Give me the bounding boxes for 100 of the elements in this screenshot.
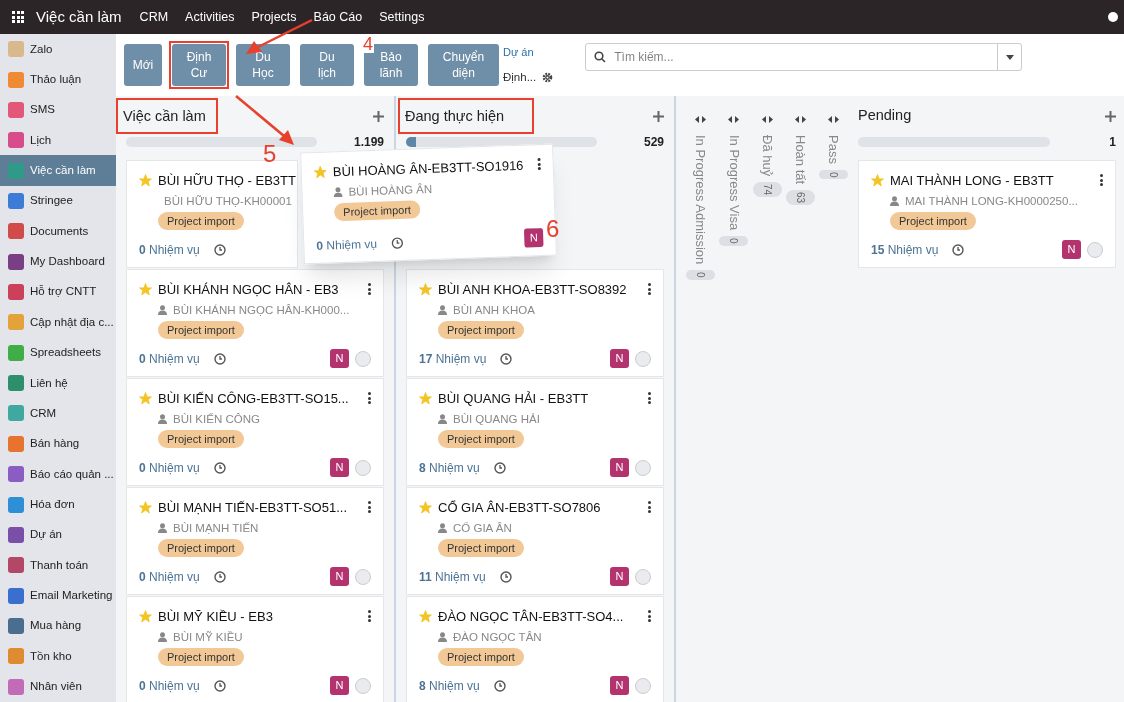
card-title: BÙI KHÁNH NGỌC HÂN - EB3 <box>158 281 339 299</box>
sidebar-item[interactable]: Mua hàng <box>0 610 116 642</box>
search-input[interactable]: Tìm kiếm... <box>614 48 998 66</box>
tag: Project import <box>438 429 524 449</box>
app-title: Việc cần làm <box>36 6 122 27</box>
tag: Project import <box>438 647 524 667</box>
sidebar-item[interactable]: Lịch <box>0 125 116 156</box>
column-title: Pending <box>858 106 912 126</box>
card-title: ĐÀO NGỌC TÂN-EB3TT-SO4... <box>438 608 624 626</box>
card-title: BÙI MỸ KIỀU - EB3 <box>158 608 273 626</box>
sidebar-item[interactable]: Thảo luận <box>0 64 116 95</box>
tag: Project import <box>158 647 244 667</box>
count-badge: 0 <box>818 169 848 180</box>
card-title: MAI THÀNH LONG - EB3TT <box>890 172 1054 190</box>
tasks-link[interactable]: 0 Nhiệm vụ <box>139 458 200 477</box>
tag: Project import <box>158 320 244 340</box>
tag: Project import <box>158 429 244 449</box>
kanban-card[interactable]: ĐÀO NGỌC TÂN-EB3TT-SO4... ĐÀO NGỌC TÂN Project import 8 Nhiệm vụ N <box>406 596 664 702</box>
avatar: N <box>610 676 629 695</box>
sidebar-item[interactable]: Stringee <box>0 185 116 217</box>
sidebar-item[interactable]: Báo cáo quản ... <box>0 459 116 490</box>
avatar: N <box>330 349 349 368</box>
sidebar-item[interactable]: Zalo <box>0 34 116 65</box>
card-title: BÙI ANH KHOA-EB3TT-SO8392 <box>438 281 627 299</box>
customer-name: BÙI QUANG HẢI <box>453 411 540 427</box>
avatar: N <box>330 676 349 695</box>
tasks-link[interactable]: 0 Nhiệm vụ <box>139 241 200 259</box>
sidebar-item[interactable]: Liên hệ <box>0 367 116 399</box>
column-title: Việc cần làm <box>123 108 206 124</box>
menu-item[interactable]: Projects <box>251 7 297 27</box>
count-badge: 63 <box>785 190 815 206</box>
record-count: 1 <box>1109 134 1116 151</box>
card-title: BÙI HOÀNG ÂN-EB3TT-SO1916 <box>332 156 524 182</box>
kanban-card[interactable]: BÙI MẠNH TIẾN-EB3TT-SO51... BÙI MẠNH TIẾN Project import 0 Nhiệm vụ N <box>126 487 384 595</box>
count-badge: 74 <box>752 182 782 198</box>
card-title: BÙI HỮU THỌ - EB3TT <box>158 172 296 190</box>
sidebar-item[interactable]: My Dashboard <box>0 246 116 277</box>
column-title: Đang thực hiện <box>405 108 505 124</box>
customer-name: BÙI MỸ KIỀU <box>173 629 243 645</box>
kanban-card[interactable]: BÙI MỸ KIỀU - EB3 BÙI MỸ KIỀU Project import 0 Nhiệm vụ N <box>126 596 384 702</box>
card-title: BÙI QUANG HẢI - EB3TT <box>438 390 589 408</box>
menu-item[interactable]: CRM <box>139 7 169 27</box>
tag: Project import <box>438 538 524 558</box>
tag: Project import <box>333 200 421 222</box>
sidebar-item[interactable]: Việc cần làm <box>0 155 116 186</box>
customer-name: BÙI ANH KHOA <box>453 302 535 318</box>
search-field[interactable]: Tìm kiếm... <box>585 43 1023 71</box>
tasks-link[interactable]: 0 Nhiệm vụ <box>139 676 200 695</box>
sidebar-item[interactable]: Thanh toán <box>0 550 116 581</box>
card-title: CỔ GIA ÂN-EB3TT-SO7806 <box>438 499 601 517</box>
avatar: N <box>330 567 349 586</box>
sidebar-item[interactable]: Hỗ trợ CNTT <box>0 276 116 308</box>
sidebar-item[interactable]: Cập nhật địa c... <box>0 307 116 338</box>
sidebar-item[interactable]: Email Marketing <box>0 580 116 611</box>
customer-name: BÙI HOÀNG ÂN <box>348 181 433 200</box>
tasks-link[interactable]: 15 Nhiệm vụ <box>871 240 939 259</box>
customer-name: BÙI KIẾN CÔNG <box>173 411 260 427</box>
tasks-link[interactable]: 0 Nhiệm vụ <box>316 234 378 255</box>
kanban-card[interactable]: BÙI KHÁNH NGỌC HÂN - EB3 BÙI KHÁNH NGỌC HÂN-KH000... Project import 0 Nhiệm vụ N <box>126 269 384 377</box>
customer-name: BÙI HỮU THỌ-KH00001 <box>164 193 292 209</box>
tag: Project import <box>438 320 524 340</box>
sidebar-item[interactable]: CRM <box>0 398 116 429</box>
card-title: BÙI KIẾN CÔNG-EB3TT-SO15... <box>158 390 349 408</box>
avatar: N <box>523 228 544 248</box>
kanban-card[interactable]: CỔ GIA ÂN-EB3TT-SO7806 CỔ GIA ÂN Project import 11 Nhiệm vụ N <box>406 487 664 595</box>
tasks-link[interactable]: 0 Nhiệm vụ <box>139 349 200 368</box>
link[interactable]: Dự án <box>503 44 554 61</box>
card-title: BÙI MẠNH TIẾN-EB3TT-SO51... <box>158 499 348 517</box>
tasks-link[interactable]: 8 Nhiệm vụ <box>419 458 480 477</box>
tasks-link[interactable]: 17 Nhiệm vụ <box>419 349 487 368</box>
avatar: N <box>610 349 629 368</box>
sidebar-item[interactable]: SMS <box>0 94 116 126</box>
favorite-filter[interactable]: Định... <box>503 68 537 86</box>
avatar: N <box>330 458 349 477</box>
sidebar-item[interactable]: Bán hàng <box>0 428 116 460</box>
sidebar-item[interactable]: Documents <box>0 216 116 247</box>
menu-item[interactable]: Báo Cáo <box>313 7 363 27</box>
menu-item[interactable]: Activities <box>185 7 235 27</box>
sidebar-item[interactable]: Hóa đơn <box>0 489 116 520</box>
avatar: N <box>610 458 629 477</box>
kanban-card[interactable]: BÙI ANH KHOA-EB3TT-SO8392 BÙI ANH KHOA Project import 17 Nhiệm vụ N <box>406 269 664 377</box>
annotation-number: 4 <box>362 35 374 53</box>
tag: Project import <box>158 211 244 231</box>
kanban-card[interactable]: BÙI QUANG HẢI - EB3TT BÙI QUANG HẢI Project import 8 Nhiệm vụ N <box>406 378 664 486</box>
sidebar-item[interactable]: Nhân viên <box>0 671 116 702</box>
sidebar-item[interactable]: Tồn kho <box>0 641 116 672</box>
count-badge: 0 <box>719 236 749 246</box>
tasks-link[interactable]: 8 Nhiệm vụ <box>419 676 480 695</box>
kanban-card[interactable]: BÙI KIẾN CÔNG-EB3TT-SO15... BÙI KIẾN CÔNG Project import 0 Nhiệm vụ N <box>126 378 384 486</box>
menu-item[interactable]: Settings <box>379 7 425 27</box>
kanban-card[interactable]: MAI THÀNH LONG - EB3TT MAI THÀNH LONG-KH0000250... Project import 15 Nhiệm vụ N <box>858 160 1116 268</box>
customer-name: CỔ GIA ÂN <box>453 520 512 536</box>
tag: Project import <box>890 211 976 231</box>
tasks-link[interactable]: 11 Nhiệm vụ <box>419 567 486 586</box>
customer-name: BÙI KHÁNH NGỌC HÂN-KH000... <box>173 302 350 318</box>
sidebar-item[interactable]: Dự án <box>0 519 116 551</box>
record-count: 529 <box>643 134 664 151</box>
customer-name: BÙI MẠNH TIẾN <box>173 520 259 536</box>
tasks-link[interactable]: 0 Nhiệm vụ <box>139 567 200 586</box>
sidebar-item[interactable]: Spreadsheets <box>0 337 116 368</box>
